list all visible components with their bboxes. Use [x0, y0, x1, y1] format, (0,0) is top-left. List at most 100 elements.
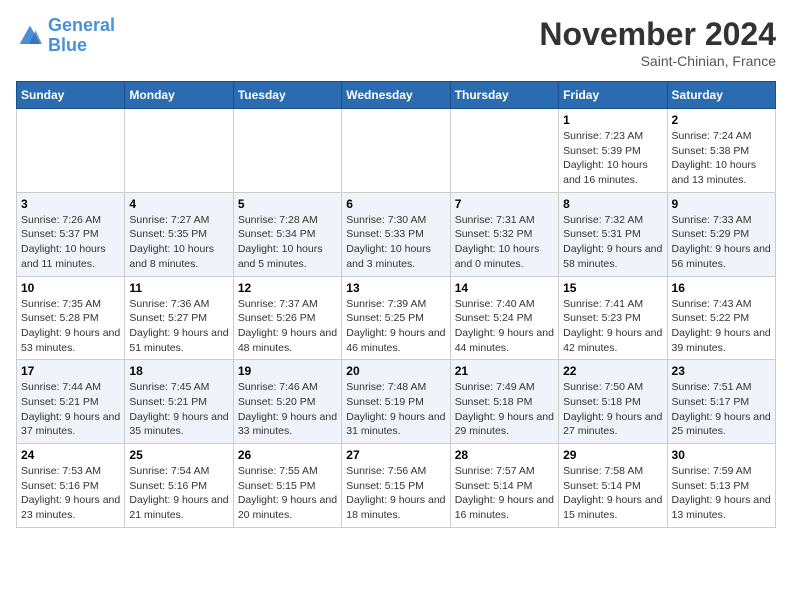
day-info: Sunrise: 7:53 AMSunset: 5:16 PMDaylight:…: [21, 464, 120, 523]
calendar-day-cell: 18 Sunrise: 7:45 AMSunset: 5:21 PMDayligh…: [125, 360, 233, 444]
day-number: 18: [129, 364, 228, 378]
calendar-day-cell: 27 Sunrise: 7:56 AMSunset: 5:15 PMDayligh…: [342, 444, 450, 528]
calendar-day-cell: 15Sunrise: 7:41 AMSunset: 5:23 PMDayligh…: [559, 276, 667, 360]
logo-icon: [18, 24, 42, 48]
day-number: 1: [563, 113, 662, 127]
calendar-day-cell: 21 Sunrise: 7:49 AMSunset: 5:18 PMDayligh…: [450, 360, 558, 444]
calendar-day-cell: 8 Sunrise: 7:32 AMSunset: 5:31 PMDaylight…: [559, 192, 667, 276]
calendar-table: SundayMondayTuesdayWednesdayThursdayFrid…: [16, 81, 776, 528]
weekday-header: Friday: [559, 82, 667, 109]
day-number: 12: [238, 281, 337, 295]
calendar-day-cell: 19 Sunrise: 7:46 AMSunset: 5:20 PMDayligh…: [233, 360, 341, 444]
calendar-day-cell: 29 Sunrise: 7:58 AMSunset: 5:14 PMDayligh…: [559, 444, 667, 528]
day-info: Sunrise: 7:49 AMSunset: 5:18 PMDaylight:…: [455, 380, 554, 439]
logo-line2: Blue: [48, 35, 87, 55]
day-info: Sunrise: 7:46 AMSunset: 5:20 PMDaylight:…: [238, 380, 337, 439]
day-info: Sunrise: 7:36 AMSunset: 5:27 PMDaylight:…: [129, 297, 228, 356]
day-number: 27: [346, 448, 445, 462]
day-info: Sunrise: 7:37 AMSunset: 5:26 PMDaylight:…: [238, 297, 337, 356]
calendar-day-cell: 3 Sunrise: 7:26 AMSunset: 5:37 PMDaylight…: [17, 192, 125, 276]
day-info: Sunrise: 7:39 AMSunset: 5:25 PMDaylight:…: [346, 297, 445, 356]
calendar-day-cell: 4 Sunrise: 7:27 AMSunset: 5:35 PMDaylight…: [125, 192, 233, 276]
calendar-day-cell: 17 Sunrise: 7:44 AMSunset: 5:21 PMDayligh…: [17, 360, 125, 444]
day-info: Sunrise: 7:27 AMSunset: 5:35 PMDaylight:…: [129, 213, 228, 272]
day-number: 26: [238, 448, 337, 462]
day-info: Sunrise: 7:35 AMSunset: 5:28 PMDaylight:…: [21, 297, 120, 356]
day-number: 20: [346, 364, 445, 378]
weekday-header: Wednesday: [342, 82, 450, 109]
weekday-header: Sunday: [17, 82, 125, 109]
day-info: Sunrise: 7:56 AMSunset: 5:15 PMDaylight:…: [346, 464, 445, 523]
location: Saint-Chinian, France: [539, 53, 776, 69]
calendar-day-cell: 9 Sunrise: 7:33 AMSunset: 5:29 PMDaylight…: [667, 192, 775, 276]
calendar-day-cell: 28Sunrise: 7:57 AMSunset: 5:14 PMDayligh…: [450, 444, 558, 528]
month-title: November 2024: [539, 16, 776, 53]
title-area: November 2024 Saint-Chinian, France: [539, 16, 776, 69]
weekday-header: Thursday: [450, 82, 558, 109]
calendar-day-cell: 2 Sunrise: 7:24 AMSunset: 5:38 PMDaylight…: [667, 109, 775, 193]
calendar-day-cell: 12 Sunrise: 7:37 AMSunset: 5:26 PMDayligh…: [233, 276, 341, 360]
calendar-day-cell: 11 Sunrise: 7:36 AMSunset: 5:27 PMDayligh…: [125, 276, 233, 360]
day-info: Sunrise: 7:44 AMSunset: 5:21 PMDaylight:…: [21, 380, 120, 439]
day-info: Sunrise: 7:24 AMSunset: 5:38 PMDaylight:…: [672, 129, 771, 188]
day-number: 5: [238, 197, 337, 211]
calendar-week-row: 24 Sunrise: 7:53 AMSunset: 5:16 PMDayligh…: [17, 444, 776, 528]
day-number: 22: [563, 364, 662, 378]
calendar-day-cell: 1Sunrise: 7:23 AMSunset: 5:39 PMDaylight…: [559, 109, 667, 193]
day-number: 24: [21, 448, 120, 462]
day-info: Sunrise: 7:51 AMSunset: 5:17 PMDaylight:…: [672, 380, 771, 439]
day-number: 28: [455, 448, 554, 462]
day-info: Sunrise: 7:58 AMSunset: 5:14 PMDaylight:…: [563, 464, 662, 523]
day-number: 8: [563, 197, 662, 211]
calendar-day-cell: 20Sunrise: 7:48 AMSunset: 5:19 PMDayligh…: [342, 360, 450, 444]
calendar-day-cell: 13 Sunrise: 7:39 AMSunset: 5:25 PMDayligh…: [342, 276, 450, 360]
day-info: Sunrise: 7:45 AMSunset: 5:21 PMDaylight:…: [129, 380, 228, 439]
calendar-day-cell: 22 Sunrise: 7:50 AMSunset: 5:18 PMDayligh…: [559, 360, 667, 444]
day-info: Sunrise: 7:33 AMSunset: 5:29 PMDaylight:…: [672, 213, 771, 272]
day-number: 3: [21, 197, 120, 211]
calendar-day-cell: 16Sunrise: 7:43 AMSunset: 5:22 PMDayligh…: [667, 276, 775, 360]
calendar-week-row: 17 Sunrise: 7:44 AMSunset: 5:21 PMDayligh…: [17, 360, 776, 444]
day-number: 2: [672, 113, 771, 127]
day-info: Sunrise: 7:50 AMSunset: 5:18 PMDaylight:…: [563, 380, 662, 439]
day-info: Sunrise: 7:26 AMSunset: 5:37 PMDaylight:…: [21, 213, 120, 272]
logo-line1: General: [48, 15, 115, 35]
weekday-header: Monday: [125, 82, 233, 109]
day-number: 29: [563, 448, 662, 462]
day-number: 13: [346, 281, 445, 295]
day-info: Sunrise: 7:30 AMSunset: 5:33 PMDaylight:…: [346, 213, 445, 272]
day-number: 11: [129, 281, 228, 295]
calendar-week-row: 1Sunrise: 7:23 AMSunset: 5:39 PMDaylight…: [17, 109, 776, 193]
day-number: 10: [21, 281, 120, 295]
calendar-day-cell: [17, 109, 125, 193]
day-number: 19: [238, 364, 337, 378]
calendar-day-cell: 10 Sunrise: 7:35 AMSunset: 5:28 PMDayligh…: [17, 276, 125, 360]
calendar-day-cell: 24 Sunrise: 7:53 AMSunset: 5:16 PMDayligh…: [17, 444, 125, 528]
day-info: Sunrise: 7:43 AMSunset: 5:22 PMDaylight:…: [672, 297, 771, 356]
day-number: 25: [129, 448, 228, 462]
calendar-day-cell: [342, 109, 450, 193]
calendar-day-cell: 6 Sunrise: 7:30 AMSunset: 5:33 PMDaylight…: [342, 192, 450, 276]
day-info: Sunrise: 7:28 AMSunset: 5:34 PMDaylight:…: [238, 213, 337, 272]
day-number: 23: [672, 364, 771, 378]
header-row: SundayMondayTuesdayWednesdayThursdayFrid…: [17, 82, 776, 109]
day-number: 4: [129, 197, 228, 211]
day-number: 17: [21, 364, 120, 378]
page-header: General Blue November 2024 Saint-Chinian…: [16, 16, 776, 69]
weekday-header: Tuesday: [233, 82, 341, 109]
calendar-header: SundayMondayTuesdayWednesdayThursdayFrid…: [17, 82, 776, 109]
day-number: 30: [672, 448, 771, 462]
day-info: Sunrise: 7:55 AMSunset: 5:15 PMDaylight:…: [238, 464, 337, 523]
calendar-day-cell: [233, 109, 341, 193]
day-info: Sunrise: 7:59 AMSunset: 5:13 PMDaylight:…: [672, 464, 771, 523]
day-number: 6: [346, 197, 445, 211]
day-number: 15: [563, 281, 662, 295]
day-number: 9: [672, 197, 771, 211]
logo: General Blue: [16, 16, 115, 56]
calendar-day-cell: 26 Sunrise: 7:55 AMSunset: 5:15 PMDayligh…: [233, 444, 341, 528]
calendar-day-cell: 5 Sunrise: 7:28 AMSunset: 5:34 PMDaylight…: [233, 192, 341, 276]
day-info: Sunrise: 7:31 AMSunset: 5:32 PMDaylight:…: [455, 213, 554, 272]
day-info: Sunrise: 7:32 AMSunset: 5:31 PMDaylight:…: [563, 213, 662, 272]
calendar-week-row: 10 Sunrise: 7:35 AMSunset: 5:28 PMDayligh…: [17, 276, 776, 360]
day-number: 21: [455, 364, 554, 378]
